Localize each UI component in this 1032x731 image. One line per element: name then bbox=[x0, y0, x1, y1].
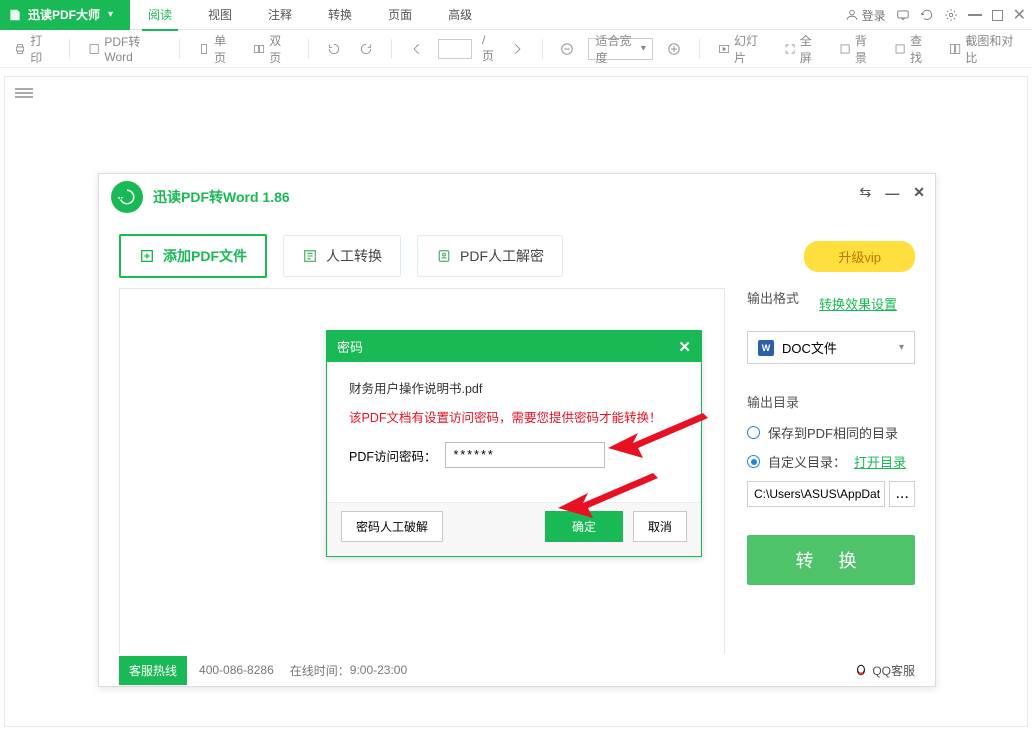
slideshow-button[interactable]: 幻灯片 bbox=[714, 29, 770, 69]
separator bbox=[699, 39, 700, 59]
rotate-right-button[interactable] bbox=[355, 39, 377, 59]
app-logo[interactable]: 迅读PDF大师 ▾ bbox=[0, 0, 130, 30]
annotation-arrow-icon bbox=[558, 468, 658, 518]
sidebar-toggle-icon[interactable] bbox=[15, 86, 33, 100]
chevron-down-icon: ▾ bbox=[899, 342, 904, 353]
zoom-out-button[interactable] bbox=[556, 39, 578, 59]
separator bbox=[179, 39, 180, 59]
zoom-in-button[interactable] bbox=[663, 39, 685, 59]
toolbar: 打印 PDF转Word 单页 双页 /页 适合宽度▾ 幻灯片 全屏 背景 查找 … bbox=[0, 30, 1032, 68]
chevron-down-icon: ▾ bbox=[108, 9, 113, 20]
separator bbox=[542, 39, 543, 59]
separator bbox=[391, 39, 392, 59]
content-area: 迅读PDF转Word 1.86 ⇆ ― ✕ 添加PDF文件 人工转换 PDF人工… bbox=[0, 68, 1032, 731]
close-button[interactable]: ✕ bbox=[1013, 5, 1026, 25]
print-button[interactable]: 打印 bbox=[10, 29, 55, 69]
fullscreen-button[interactable]: 全屏 bbox=[780, 29, 825, 69]
menu-convert[interactable]: 转换 bbox=[310, 0, 370, 30]
prev-page-button[interactable] bbox=[406, 39, 428, 59]
chat-icon[interactable] bbox=[896, 8, 910, 22]
login-button[interactable]: 登录 bbox=[845, 7, 886, 24]
output-path-field[interactable]: C:\Users\ASUS\AppDat bbox=[747, 481, 885, 507]
close-icon[interactable]: ✕ bbox=[913, 184, 925, 201]
open-dir-link[interactable]: 打开目录 bbox=[854, 452, 906, 471]
annotation-arrow-icon bbox=[608, 408, 708, 458]
zoom-selector[interactable]: 适合宽度▾ bbox=[588, 38, 652, 60]
converter-logo-icon bbox=[111, 181, 143, 213]
options-panel: 输出格式 转换效果设置 W DOC文件 ▾ 输出目录 保存到PDF相同的目录 自… bbox=[725, 288, 915, 668]
window-controls: 登录 ✕ bbox=[845, 0, 1026, 30]
chevron-down-icon: ▾ bbox=[641, 43, 646, 54]
crack-password-button[interactable]: 密码人工破解 bbox=[341, 511, 443, 542]
refresh-icon[interactable] bbox=[920, 8, 934, 22]
menu-read[interactable]: 阅读 bbox=[130, 0, 190, 30]
maximize-button[interactable] bbox=[992, 10, 1003, 21]
menu-view[interactable]: 视图 bbox=[190, 0, 250, 30]
menu-annotate[interactable]: 注释 bbox=[250, 0, 310, 30]
format-select[interactable]: W DOC文件 ▾ bbox=[747, 331, 915, 364]
radio-custom-dir[interactable]: 自定义目录：打开目录 bbox=[747, 452, 915, 471]
converter-title: 迅读PDF转Word 1.86 bbox=[153, 187, 290, 207]
search-button[interactable]: 查找 bbox=[890, 29, 935, 69]
next-page-button[interactable] bbox=[506, 39, 528, 59]
hours-label: 在线时间： bbox=[290, 662, 350, 679]
password-label: PDF访问密码： bbox=[349, 446, 437, 465]
upgrade-vip-button[interactable]: 升级vip bbox=[804, 241, 915, 272]
pdf-to-word-button[interactable]: PDF转Word bbox=[84, 30, 165, 67]
tab-pdf-decrypt[interactable]: PDF人工解密 bbox=[417, 235, 563, 277]
format-label: 输出格式 bbox=[747, 288, 799, 307]
page-total: /页 bbox=[482, 33, 496, 64]
gear-icon[interactable] bbox=[944, 8, 958, 22]
page-number-input[interactable] bbox=[438, 39, 472, 59]
menu-page[interactable]: 页面 bbox=[370, 0, 430, 30]
app-name: 迅读PDF大师 bbox=[28, 6, 100, 23]
converter-footer: 客服热线 400-086-8286 在线时间： 9:00-23:00 QQ客服 bbox=[99, 654, 935, 686]
tab-add-pdf[interactable]: 添加PDF文件 bbox=[119, 234, 267, 278]
doc-icon: W bbox=[758, 340, 774, 356]
main-menu: 阅读 视图 注释 转换 页面 高级 bbox=[130, 0, 490, 30]
top-bar: 迅读PDF大师 ▾ 阅读 视图 注释 转换 页面 高级 登录 ✕ bbox=[0, 0, 1032, 30]
single-page-button[interactable]: 单页 bbox=[194, 29, 239, 69]
separator bbox=[308, 39, 309, 59]
menu-advanced[interactable]: 高级 bbox=[430, 0, 490, 30]
converter-tabs: 添加PDF文件 人工转换 PDF人工解密 升级vip bbox=[99, 220, 935, 288]
pin-icon[interactable]: ⇆ bbox=[860, 184, 872, 201]
password-dialog-header: 密码 ✕ bbox=[327, 331, 701, 362]
minimize-button[interactable] bbox=[968, 14, 982, 16]
hotline-tag: 客服热线 bbox=[119, 656, 187, 685]
tab-human-convert[interactable]: 人工转换 bbox=[283, 235, 401, 277]
effect-settings-link[interactable]: 转换效果设置 bbox=[819, 294, 897, 313]
minimize-icon[interactable]: ― bbox=[885, 185, 899, 201]
clip-compare-button[interactable]: 截图和对比 bbox=[945, 29, 1022, 69]
separator bbox=[69, 39, 70, 59]
browse-button[interactable]: ... bbox=[889, 481, 915, 507]
password-filename: 财务用户操作说明书.pdf bbox=[349, 378, 679, 397]
converter-titlebar: 迅读PDF转Word 1.86 ⇆ ― ✕ bbox=[99, 174, 935, 220]
rotate-left-button[interactable] bbox=[323, 39, 345, 59]
double-page-button[interactable]: 双页 bbox=[249, 29, 294, 69]
hours-value: 9:00-23:00 bbox=[350, 663, 407, 677]
qq-service-button[interactable]: QQ客服 bbox=[854, 662, 915, 679]
close-icon[interactable]: ✕ bbox=[678, 338, 691, 356]
converter-controls: ⇆ ― ✕ bbox=[860, 184, 925, 201]
radio-same-dir[interactable]: 保存到PDF相同的目录 bbox=[747, 423, 915, 442]
output-dir-label: 输出目录 bbox=[747, 392, 915, 411]
background-button[interactable]: 背景 bbox=[835, 29, 880, 69]
password-input[interactable]: ****** bbox=[445, 442, 605, 468]
hotline-phone: 400-086-8286 bbox=[199, 663, 274, 677]
convert-button[interactable]: 转 换 bbox=[747, 535, 915, 585]
